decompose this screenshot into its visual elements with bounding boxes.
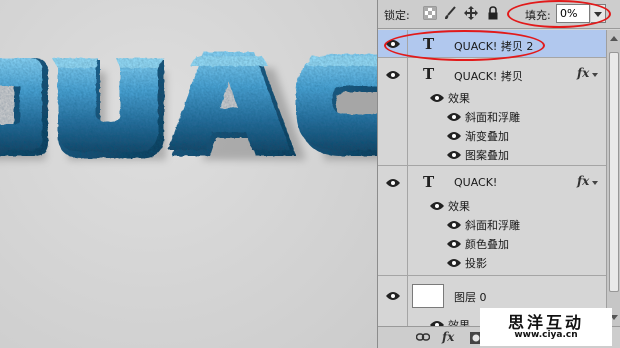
eye-icon[interactable]	[447, 239, 461, 249]
eye-icon[interactable]	[430, 201, 444, 211]
stone-text-artwork	[0, 52, 378, 160]
text-layer-icon: T	[423, 173, 435, 191]
effect-item[interactable]: 图案叠加	[465, 147, 509, 163]
watermark-url: www.ciya.cn	[514, 330, 578, 340]
layer-name[interactable]: QUACK! 拷贝	[454, 68, 523, 84]
layer-row[interactable]: T QUACK! 拷贝 fx 效果 斜面和浮雕 渐变叠加 图案叠加	[378, 58, 606, 166]
layers-scrollbar[interactable]	[606, 30, 620, 326]
expand-effects-icon[interactable]	[592, 181, 598, 185]
lock-label: 锁定:	[384, 9, 410, 22]
scroll-thumb[interactable]	[609, 52, 619, 292]
eye-icon	[386, 71, 400, 79]
eye-icon[interactable]	[447, 258, 461, 268]
eye-icon	[386, 179, 400, 187]
document-canvas[interactable]	[0, 0, 378, 348]
eye-icon	[386, 292, 400, 300]
lock-brush-icon[interactable]	[443, 6, 457, 20]
layer-name[interactable]: 图层 0	[454, 289, 487, 305]
fx-icon[interactable]: fx	[577, 174, 589, 188]
lock-move-icon[interactable]	[464, 6, 478, 20]
effects-label: 效果	[448, 319, 470, 326]
effect-item[interactable]: 斜面和浮雕	[465, 217, 520, 233]
eye-icon[interactable]	[430, 93, 444, 103]
effect-item[interactable]: 颜色叠加	[465, 236, 509, 252]
layer-annotation-ellipse	[384, 30, 545, 61]
layer-name[interactable]: QUACK!	[454, 176, 497, 189]
lock-all-icon[interactable]	[486, 6, 500, 20]
watermark: 思洋互动 www.ciya.cn	[480, 308, 612, 346]
letter-q	[0, 58, 48, 156]
expand-effects-icon[interactable]	[592, 73, 598, 77]
eye-icon[interactable]	[447, 131, 461, 141]
eye-icon[interactable]	[447, 112, 461, 122]
layer-thumbnail	[412, 284, 444, 308]
layers-list: T QUACK! 拷贝 2 T QUACK! 拷贝 fx 效果 斜面和浮雕 渐变…	[378, 30, 606, 326]
effects-label: 效果	[448, 92, 470, 105]
fx-icon[interactable]: fx	[577, 66, 589, 80]
fill-annotation-ellipse	[507, 0, 611, 28]
eye-icon[interactable]	[447, 220, 461, 230]
fx-icon[interactable]: fx	[442, 330, 454, 344]
effects-label: 效果	[448, 200, 470, 213]
text-layer-icon: T	[423, 65, 435, 83]
effect-item[interactable]: 投影	[465, 255, 487, 271]
visibility-toggle[interactable]	[378, 276, 408, 326]
link-icon[interactable]	[416, 332, 430, 342]
effect-item[interactable]: 渐变叠加	[465, 128, 509, 144]
effect-item[interactable]: 斜面和浮雕	[465, 109, 520, 125]
layer-row[interactable]: T QUACK! fx 效果 斜面和浮雕 颜色叠加 投影	[378, 166, 606, 276]
lock-transparent-icon[interactable]	[423, 6, 437, 20]
scroll-up-icon[interactable]	[610, 36, 618, 41]
eye-icon[interactable]	[447, 150, 461, 160]
letter-u	[52, 58, 164, 158]
visibility-toggle[interactable]	[378, 58, 408, 165]
visibility-toggle[interactable]	[378, 166, 408, 275]
